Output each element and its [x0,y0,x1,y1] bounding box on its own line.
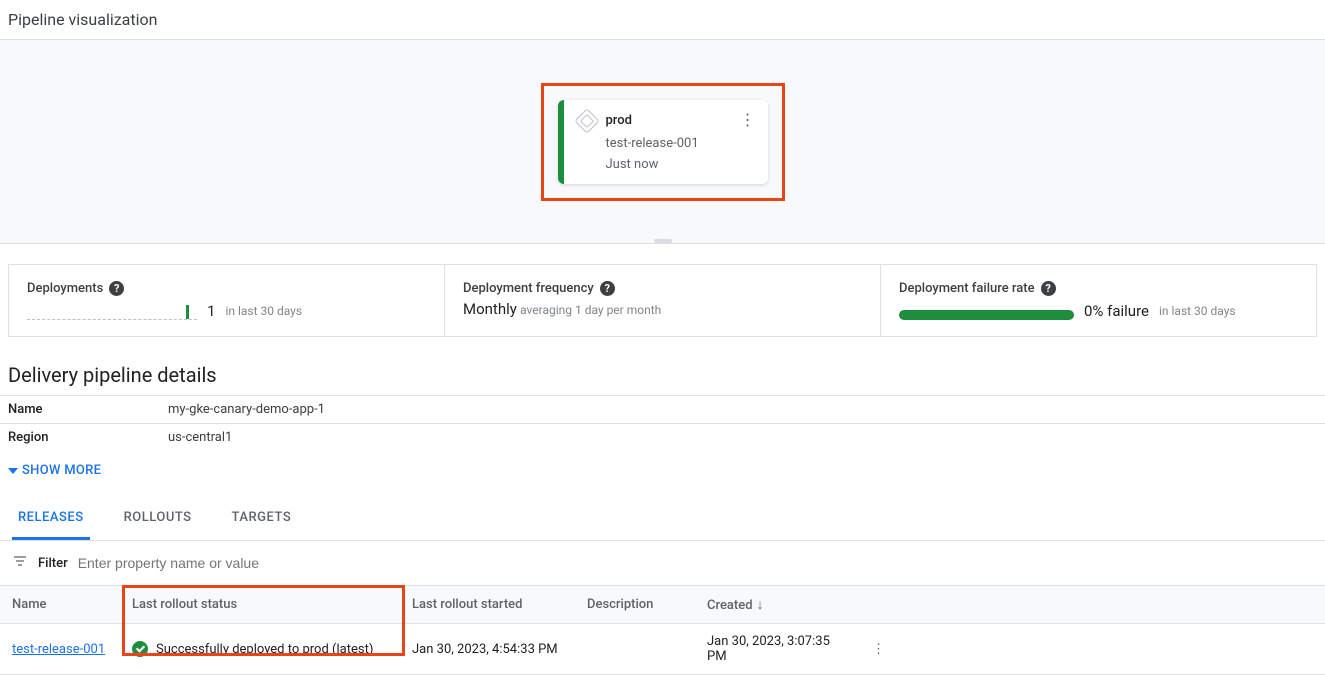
pipeline-viz-title: Pipeline visualization [0,0,1325,39]
frequency-suffix: averaging 1 day per month [520,303,661,317]
rollout-started: Jan 30, 2023, 4:54:33 PM [400,624,575,675]
col-name[interactable]: Name [0,586,120,624]
kv-region-value: us-central1 [168,430,232,445]
stat-failure-label: Deployment failure rate [899,281,1035,296]
target-name: prod [606,113,632,128]
filter-input[interactable] [78,549,1313,577]
chevron-down-icon [8,468,18,474]
col-started[interactable]: Last rollout started [400,586,575,624]
delivery-pipeline-details-title: Delivery pipeline details [0,337,1325,395]
show-more-button[interactable]: SHOW MORE [0,451,1325,490]
tab-rollouts[interactable]: ROLLOUTS [118,498,198,540]
rollout-description [575,624,695,675]
filter-icon[interactable] [12,553,28,573]
row-more-button[interactable]: ⋮ [860,624,900,675]
help-icon[interactable]: ? [1041,281,1056,296]
deployments-suffix: in last 30 days [225,304,302,318]
target-time: Just now [606,157,754,172]
releases-table: Name Last rollout status Last rollout st… [0,585,1325,675]
stat-frequency-label: Deployment frequency [463,281,594,296]
release-link[interactable]: test-release-001 [12,642,105,657]
filter-bar: Filter [0,541,1325,585]
sort-desc-icon: ↓ [757,597,764,613]
col-description[interactable]: Description [575,586,695,624]
failure-suffix: in last 30 days [1159,304,1236,318]
gke-icon [574,108,599,133]
target-more-button[interactable]: ⋮ [738,110,758,129]
help-icon[interactable]: ? [109,281,124,296]
help-icon[interactable]: ? [600,281,615,296]
target-release-name: test-release-001 [606,136,754,151]
tabs: RELEASES ROLLOUTS TARGETS [0,498,1325,541]
tab-targets[interactable]: TARGETS [226,498,298,540]
rollout-status-text: Successfully deployed to prod (latest) [156,642,373,657]
kv-name-label: Name [8,402,168,417]
kv-region-label: Region [8,430,168,445]
frequency-main: Monthly [463,300,517,318]
filter-label: Filter [38,556,68,571]
kv-name: Name my-gke-canary-demo-app-1 [0,395,1325,423]
target-card-prod[interactable]: prod ⋮ test-release-001 Just now [558,100,768,184]
stat-failure: Deployment failure rate ? 0% failure in … [881,265,1316,336]
rollout-created: Jan 30, 2023, 3:07:35 PM [695,624,860,675]
failure-pct: 0% failure [1084,302,1149,320]
deployments-sparkline [27,302,197,320]
col-created[interactable]: Created↓ [695,586,860,624]
deployments-count: 1 [207,302,215,320]
tab-releases[interactable]: RELEASES [12,498,90,540]
failure-bar [899,310,1074,320]
col-status[interactable]: Last rollout status [120,586,400,624]
show-more-label: SHOW MORE [22,463,101,478]
stat-deployments: Deployments ? 1 in last 30 days [9,265,445,336]
stat-frequency: Deployment frequency ? Monthly averaging… [445,265,881,336]
table-row[interactable]: test-release-001 Successfully deployed t… [0,624,1325,675]
pipeline-viz-canvas: prod ⋮ test-release-001 Just now [0,39,1325,244]
stats-row: Deployments ? 1 in last 30 days Deployme… [8,264,1317,337]
success-icon [132,641,148,657]
resize-handle[interactable] [654,239,672,243]
highlight-target-prod: prod ⋮ test-release-001 Just now [541,83,785,201]
stat-deployments-label: Deployments [27,281,103,296]
kv-name-value: my-gke-canary-demo-app-1 [168,402,325,417]
kv-region: Region us-central1 [0,423,1325,451]
